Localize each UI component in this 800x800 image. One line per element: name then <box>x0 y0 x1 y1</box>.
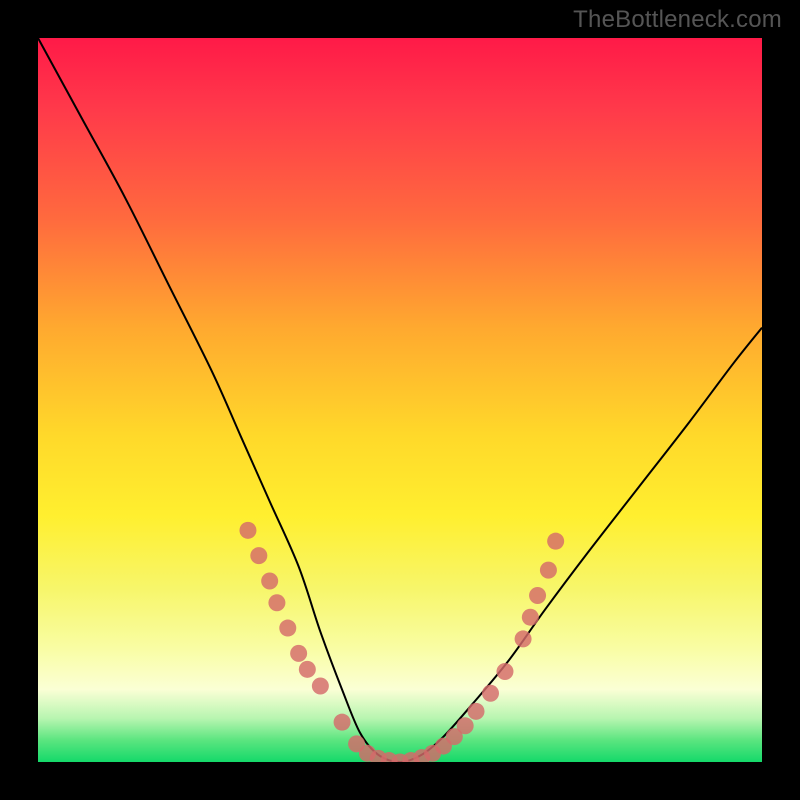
marker-dot <box>261 573 278 590</box>
marker-dot <box>468 703 485 720</box>
marker-dot <box>299 661 316 678</box>
marker-dot <box>250 547 267 564</box>
marker-dot <box>482 685 499 702</box>
marker-dot <box>334 714 351 731</box>
marker-dot <box>522 609 539 626</box>
marker-dot <box>239 522 256 539</box>
chart-svg <box>38 38 762 762</box>
watermark-text: TheBottleneck.com <box>573 6 782 34</box>
marker-dot <box>529 587 546 604</box>
marker-dot <box>312 677 329 694</box>
marker-dot <box>515 630 532 647</box>
marker-group <box>239 522 564 762</box>
marker-dot <box>457 717 474 734</box>
marker-dot <box>268 594 285 611</box>
marker-dot <box>279 620 296 637</box>
plot-area <box>38 38 762 762</box>
marker-dot <box>540 562 557 579</box>
marker-dot <box>547 533 564 550</box>
marker-dot <box>496 663 513 680</box>
bottleneck-curve <box>38 38 762 762</box>
marker-dot <box>290 645 307 662</box>
chart-frame: TheBottleneck.com <box>0 0 800 800</box>
